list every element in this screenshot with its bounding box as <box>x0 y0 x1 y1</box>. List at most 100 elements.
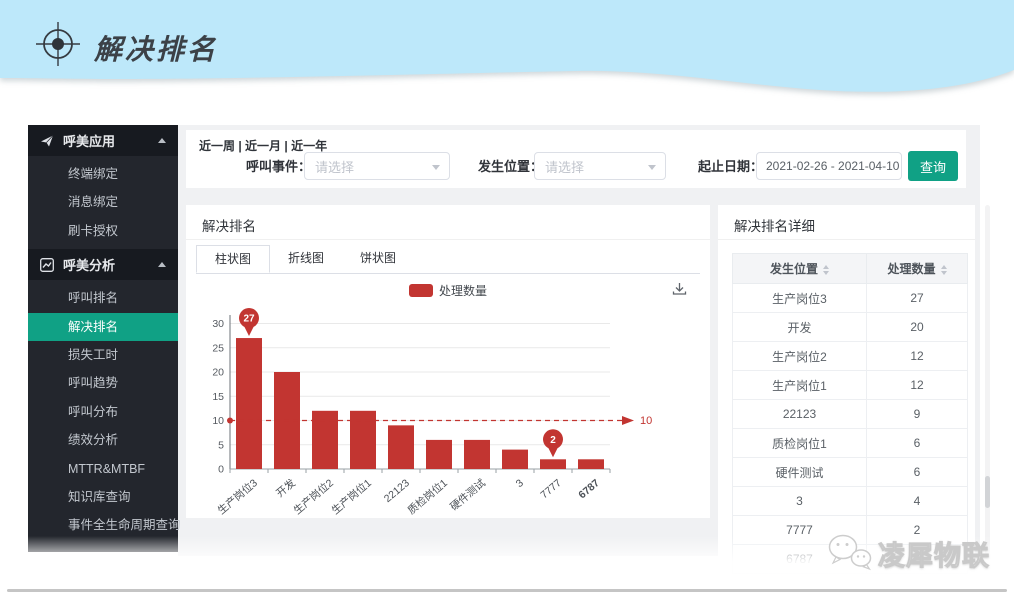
bar[interactable] <box>426 440 452 469</box>
call-event-select[interactable]: 请选择 <box>304 152 450 180</box>
table-cell: 27 <box>867 284 968 313</box>
legend-label: 处理数量 <box>439 282 487 299</box>
sidebar-group-header[interactable]: 呼美分析 <box>28 249 178 280</box>
sidebar-item[interactable]: 损失工时 <box>28 341 178 369</box>
table-row: 生产岗位212 <box>733 342 968 371</box>
sidebar-group-header[interactable]: 呼美应用 <box>28 125 178 156</box>
bar[interactable] <box>350 411 376 469</box>
bar[interactable] <box>578 459 604 469</box>
sidebar-item[interactable]: 解决排名 <box>28 313 178 341</box>
table-row: 开发20 <box>733 313 968 342</box>
svg-text:0: 0 <box>218 464 224 476</box>
line-chart-icon <box>40 258 54 272</box>
sort-icons[interactable] <box>823 265 829 275</box>
table-cell: 生产岗位1 <box>733 371 867 400</box>
svg-text:25: 25 <box>212 342 224 354</box>
svg-text:6787: 6787 <box>576 477 602 501</box>
bar[interactable] <box>388 425 414 469</box>
table-row: 生产岗位112 <box>733 371 968 400</box>
sidebar-item[interactable]: 终端绑定 <box>28 160 178 188</box>
sort-icons[interactable] <box>941 265 947 275</box>
call-event-placeholder: 请选择 <box>315 157 354 176</box>
table-row: 生产岗位327 <box>733 284 968 313</box>
sidebar-item[interactable]: MTTR&MTBF <box>28 455 178 483</box>
sidebar-item[interactable]: 绩效分析 <box>28 426 178 454</box>
bar[interactable] <box>502 450 528 469</box>
sort-asc-icon[interactable] <box>941 265 947 269</box>
filter-panel: 近一周 | 近一月 | 近一年 呼叫事件： 请选择 发生位置： 请选择 起止日期… <box>186 130 966 188</box>
table-column-header[interactable]: 处理数量 <box>867 254 968 284</box>
table-header-row: 发生位置 处理数量 <box>733 254 968 284</box>
chart-tab[interactable]: 折线图 <box>270 245 342 272</box>
page-title: 解决排名 <box>94 28 218 68</box>
search-button[interactable]: 查询 <box>908 151 958 181</box>
caret-up-icon <box>158 138 166 143</box>
bar-chart[interactable]: 051015202530生产岗位3开发生产岗位2生产岗位122123质检岗位1硬… <box>204 301 694 515</box>
table-panel: 解决排名详细 发生位置 处理数量生产岗位327开发20生产岗位212生产岗位112… <box>718 205 975 556</box>
sort-desc-icon[interactable] <box>941 271 947 275</box>
svg-text:生产岗位2: 生产岗位2 <box>291 476 336 515</box>
quick-range-link[interactable]: 近一周 <box>199 139 235 153</box>
svg-text:硬件测试: 硬件测试 <box>447 476 488 513</box>
bar[interactable] <box>464 440 490 469</box>
sidebar-group-items: 终端绑定消息绑定刷卡授权 <box>28 156 178 249</box>
svg-text:2: 2 <box>550 435 556 446</box>
table-cell: 12 <box>867 371 968 400</box>
crosshair-icon <box>34 20 82 68</box>
table-cell: 生产岗位2 <box>733 342 867 371</box>
sidebar-item[interactable]: 刷卡授权 <box>28 217 178 245</box>
location-placeholder: 请选择 <box>545 157 584 176</box>
scrollbar-thumb[interactable] <box>985 476 990 508</box>
table-cell: 9 <box>867 400 968 429</box>
table-row: 34 <box>733 487 968 516</box>
svg-text:7777: 7777 <box>538 477 564 501</box>
table-column-header[interactable]: 发生位置 <box>733 254 867 284</box>
bar[interactable] <box>236 338 262 469</box>
sidebar-group-label: 呼美分析 <box>63 255 115 274</box>
svg-text:3: 3 <box>514 477 526 490</box>
chart-tab[interactable]: 饼状图 <box>342 245 414 272</box>
svg-text:生产岗位3: 生产岗位3 <box>215 476 260 515</box>
caret-up-icon <box>158 262 166 267</box>
date-range-label: 起止日期： <box>698 152 763 182</box>
chart-tab[interactable]: 柱状图 <box>196 245 270 273</box>
download-icon[interactable] <box>671 281 688 298</box>
sidebar-item[interactable]: 事件全生命周期查询 <box>28 511 178 539</box>
location-select[interactable]: 请选择 <box>534 152 666 180</box>
date-range-input[interactable]: 2021-02-26 - 2021-04-10 <box>756 152 902 180</box>
watermark: 凌犀物联 <box>827 532 990 574</box>
sidebar-item[interactable]: 消息绑定 <box>28 188 178 216</box>
table-cell: 6 <box>867 458 968 487</box>
table-cell: 质检岗位1 <box>733 429 867 458</box>
watermark-text: 凌犀物联 <box>878 534 990 573</box>
svg-text:15: 15 <box>212 391 224 403</box>
bar[interactable] <box>312 411 338 469</box>
sort-desc-icon[interactable] <box>823 271 829 275</box>
svg-text:5: 5 <box>218 439 224 451</box>
table-cell: 12 <box>867 342 968 371</box>
wechat-icon <box>827 532 873 574</box>
sidebar-group-items: 呼叫排名解决排名损失工时呼叫趋势呼叫分布绩效分析MTTR&MTBF知识库查询事件… <box>28 280 178 544</box>
bar[interactable] <box>540 459 566 469</box>
column-label: 处理数量 <box>887 262 935 276</box>
table-cell: 硬件测试 <box>733 458 867 487</box>
table-row: 221239 <box>733 400 968 429</box>
sidebar-item[interactable]: 呼叫分布 <box>28 398 178 426</box>
separator: | <box>235 139 245 153</box>
chart-legend[interactable]: 处理数量 <box>186 282 710 299</box>
sidebar-item[interactable]: 呼叫排名 <box>28 284 178 312</box>
svg-text:开发: 开发 <box>273 476 298 500</box>
table-cell: 22123 <box>733 400 867 429</box>
divider <box>186 239 710 240</box>
quick-range-link[interactable]: 近一月 <box>245 139 281 153</box>
sidebar-item[interactable]: 知识库查询 <box>28 483 178 511</box>
table-cell: 开发 <box>733 313 867 342</box>
sort-asc-icon[interactable] <box>823 265 829 269</box>
quick-range-link[interactable]: 近一年 <box>291 139 327 153</box>
table-panel-title: 解决排名详细 <box>734 215 815 235</box>
sidebar-item[interactable]: 呼叫趋势 <box>28 369 178 397</box>
table-cell: 生产岗位3 <box>733 284 867 313</box>
svg-text:10: 10 <box>212 415 224 427</box>
svg-text:27: 27 <box>243 314 255 325</box>
table-cell: 6 <box>867 429 968 458</box>
